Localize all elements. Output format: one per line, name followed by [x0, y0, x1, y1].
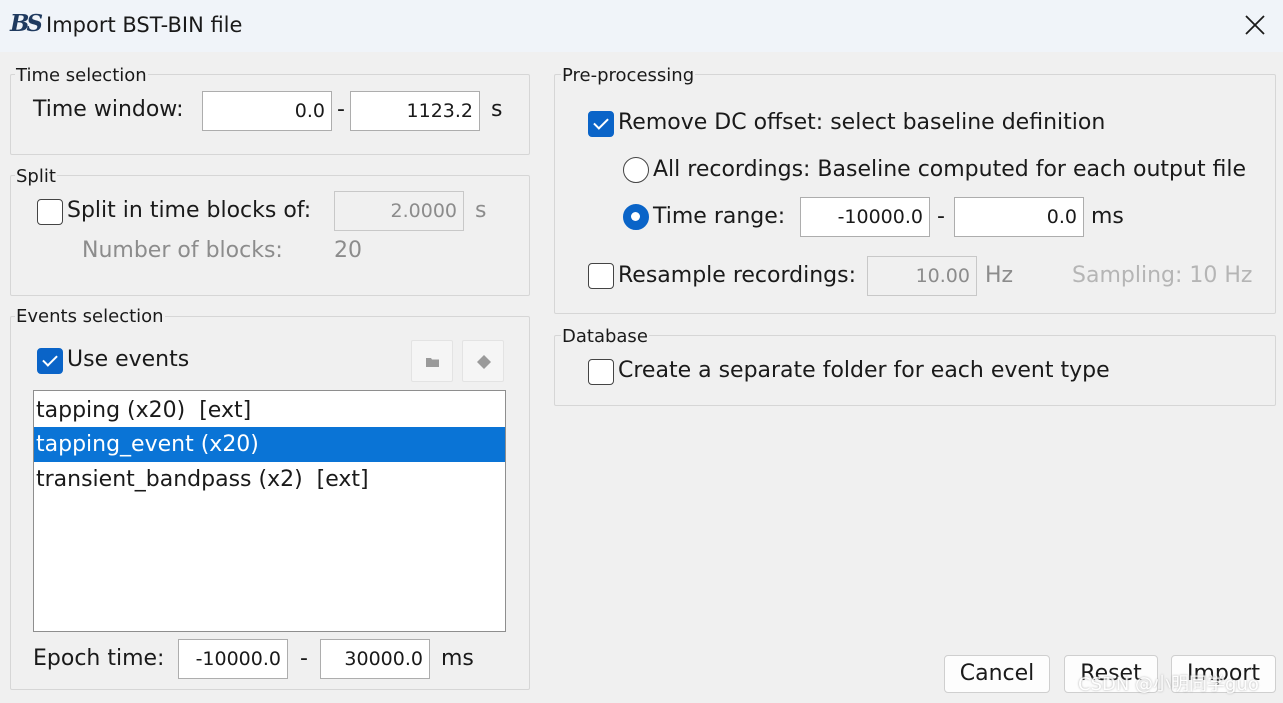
close-icon: [1245, 15, 1265, 35]
close-button[interactable]: [1236, 6, 1274, 44]
time-window-unit: s: [491, 97, 503, 122]
watermark: CSDN @小明同学guo: [1078, 674, 1259, 695]
event-item-0[interactable]: tapping (x20) [ext]: [34, 393, 505, 428]
time-range-dash: -: [937, 204, 945, 229]
folder-icon: [426, 358, 439, 367]
time-range-label[interactable]: Time range:: [653, 204, 785, 229]
epoch-dash: -: [300, 646, 308, 671]
split-title: Split: [15, 166, 57, 187]
time-selection-title: Time selection: [15, 65, 148, 86]
time-range-end-input[interactable]: 0.0: [954, 197, 1084, 237]
resample-checkbox[interactable]: [588, 263, 614, 289]
time-window-label: Time window:: [33, 97, 184, 122]
resample-unit: Hz: [985, 263, 1014, 288]
time-range-radio[interactable]: [623, 204, 649, 230]
resample-label[interactable]: Resample recordings:: [618, 263, 856, 288]
events-list[interactable]: tapping (x20) [ext] tapping_event (x20) …: [33, 390, 506, 632]
remove-dc-checkbox[interactable]: [588, 111, 614, 137]
use-events-label[interactable]: Use events: [67, 347, 189, 372]
separate-folder-checkbox[interactable]: [588, 359, 614, 385]
epoch-time-label: Epoch time:: [33, 646, 165, 671]
event-item-2[interactable]: transient_bandpass (x2) [ext]: [34, 462, 505, 497]
load-events-button[interactable]: [411, 340, 453, 382]
diamond-icon: [477, 355, 491, 369]
split-checkbox-label[interactable]: Split in time blocks of:: [67, 198, 311, 223]
app-logo-icon: BS: [10, 10, 43, 37]
separate-folder-label[interactable]: Create a separate folder for each event …: [618, 358, 1110, 383]
number-of-blocks-value: 20: [334, 238, 362, 263]
split-unit: s: [475, 198, 487, 223]
cancel-button[interactable]: Cancel: [944, 655, 1050, 693]
use-events-checkbox[interactable]: [37, 348, 63, 374]
events-selection-title: Events selection: [15, 306, 165, 327]
sampling-info: Sampling: 10 Hz: [1072, 263, 1253, 288]
split-block-input[interactable]: 2.0000: [334, 191, 464, 231]
time-window-start-input[interactable]: 0.0: [202, 91, 332, 131]
epoch-start-input[interactable]: -10000.0: [178, 639, 288, 679]
epoch-unit: ms: [441, 646, 474, 671]
resample-input[interactable]: 10.00: [867, 256, 977, 296]
time-window-dash: -: [337, 97, 345, 122]
event-item-1[interactable]: tapping_event (x20): [34, 427, 505, 462]
window-title: Import BST-BIN file: [46, 13, 243, 37]
time-range-start-input[interactable]: -10000.0: [800, 197, 930, 237]
time-range-unit: ms: [1091, 204, 1124, 229]
epoch-end-input[interactable]: 30000.0: [320, 639, 430, 679]
title-bar: BS Import BST-BIN file: [0, 0, 1283, 52]
number-of-blocks-label: Number of blocks:: [82, 238, 283, 263]
edit-events-button[interactable]: [462, 340, 504, 382]
all-recordings-radio[interactable]: [623, 157, 649, 183]
split-checkbox[interactable]: [37, 199, 63, 225]
preprocessing-title: Pre-processing: [561, 65, 696, 86]
database-title: Database: [561, 326, 649, 347]
time-window-end-input[interactable]: 1123.2: [350, 91, 480, 131]
all-recordings-label[interactable]: All recordings: Baseline computed for ea…: [653, 157, 1246, 182]
remove-dc-label[interactable]: Remove DC offset: select baseline defini…: [618, 110, 1105, 135]
